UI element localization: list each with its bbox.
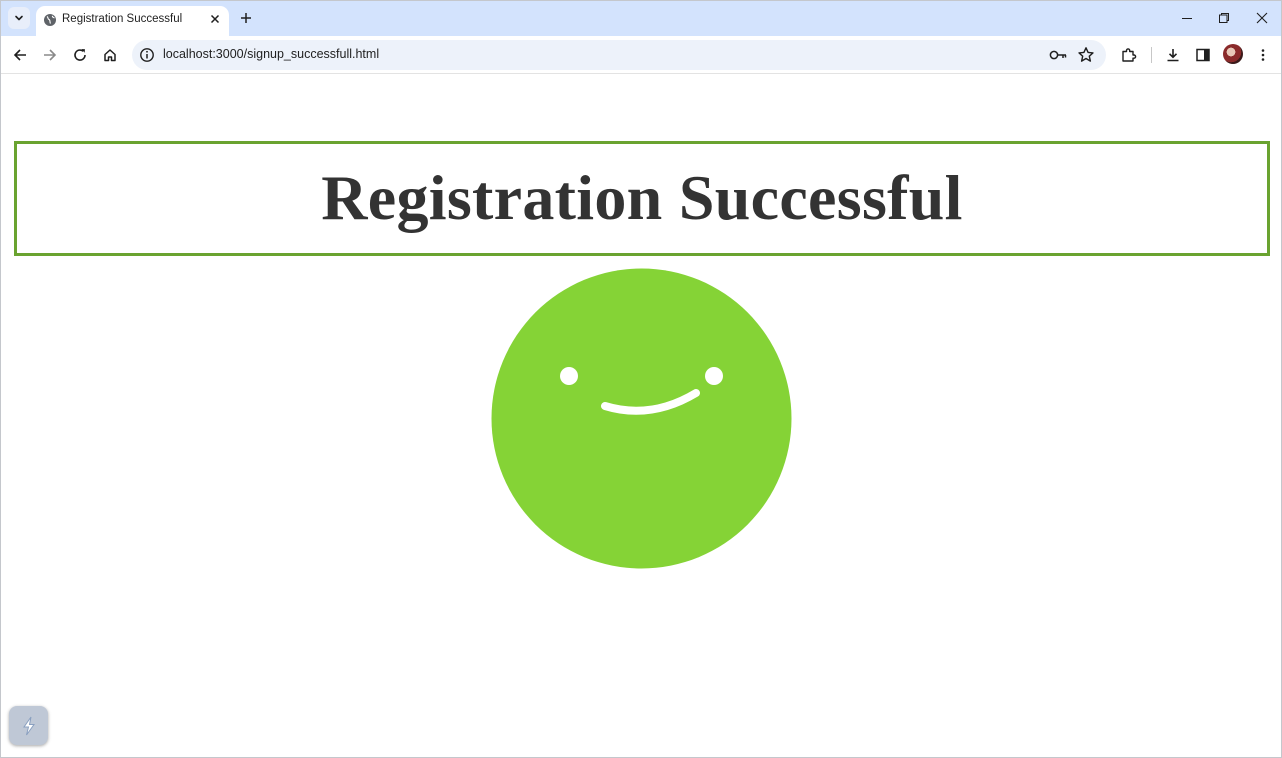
side-panel-button[interactable] <box>1191 43 1215 67</box>
key-icon[interactable] <box>1048 46 1068 64</box>
home-button[interactable] <box>98 43 122 67</box>
extension-lightning-icon <box>22 716 35 735</box>
smiley-face-icon <box>491 268 792 569</box>
tab-close-button[interactable] <box>207 11 223 27</box>
close-icon <box>210 14 220 24</box>
page-content: Registration Successful <box>1 75 1281 757</box>
right-eye <box>705 367 723 385</box>
menu-button[interactable] <box>1251 43 1275 67</box>
forward-button[interactable] <box>38 43 62 67</box>
download-icon <box>1167 49 1179 62</box>
tab-registration-successful[interactable]: Registration Successful <box>36 6 229 36</box>
arrow-left-icon <box>13 49 26 61</box>
tab-title: Registration Successful <box>62 13 183 25</box>
info-icon[interactable] <box>139 47 155 63</box>
reload-icon <box>74 49 86 61</box>
globe-icon <box>44 14 56 26</box>
tab-strip: Registration Successful <box>1 1 1281 36</box>
title-banner: Registration Successful <box>14 141 1270 256</box>
tab-search-button[interactable] <box>8 7 30 29</box>
chevron-down-icon <box>15 15 23 21</box>
url-text[interactable]: localhost:3000/signup_successfull.html <box>163 47 379 61</box>
left-eye <box>560 367 578 385</box>
minimize-button[interactable] <box>1175 7 1199 29</box>
browser-window: Registration Successful localhost:3000/s… <box>0 0 1282 758</box>
puzzle-icon <box>1122 48 1137 62</box>
browser-toolbar: localhost:3000/signup_successfull.html <box>1 36 1281 74</box>
restore-icon <box>1219 13 1229 23</box>
toolbar-divider <box>1151 47 1152 63</box>
arrow-right-icon <box>44 49 57 61</box>
star-icon[interactable] <box>1077 46 1095 64</box>
plus-icon <box>241 13 251 23</box>
extensions-button[interactable] <box>1117 43 1141 67</box>
back-button[interactable] <box>8 43 32 67</box>
home-icon <box>104 49 116 62</box>
minimize-icon <box>1182 18 1192 19</box>
smiley-face-circle <box>491 268 792 569</box>
reload-button[interactable] <box>68 43 92 67</box>
extension-overlay-button[interactable] <box>9 706 48 745</box>
avatar[interactable] <box>1223 44 1243 64</box>
close-window-button[interactable] <box>1250 7 1274 29</box>
restore-button[interactable] <box>1212 7 1236 29</box>
downloads-button[interactable] <box>1161 43 1185 67</box>
kebab-menu-icon <box>1261 49 1265 61</box>
new-tab-button[interactable] <box>237 9 255 27</box>
close-icon <box>1256 12 1268 24</box>
side-panel-icon <box>1196 48 1210 62</box>
page-title: Registration Successful <box>321 161 963 233</box>
address-bar[interactable]: localhost:3000/signup_successfull.html <box>132 40 1106 70</box>
